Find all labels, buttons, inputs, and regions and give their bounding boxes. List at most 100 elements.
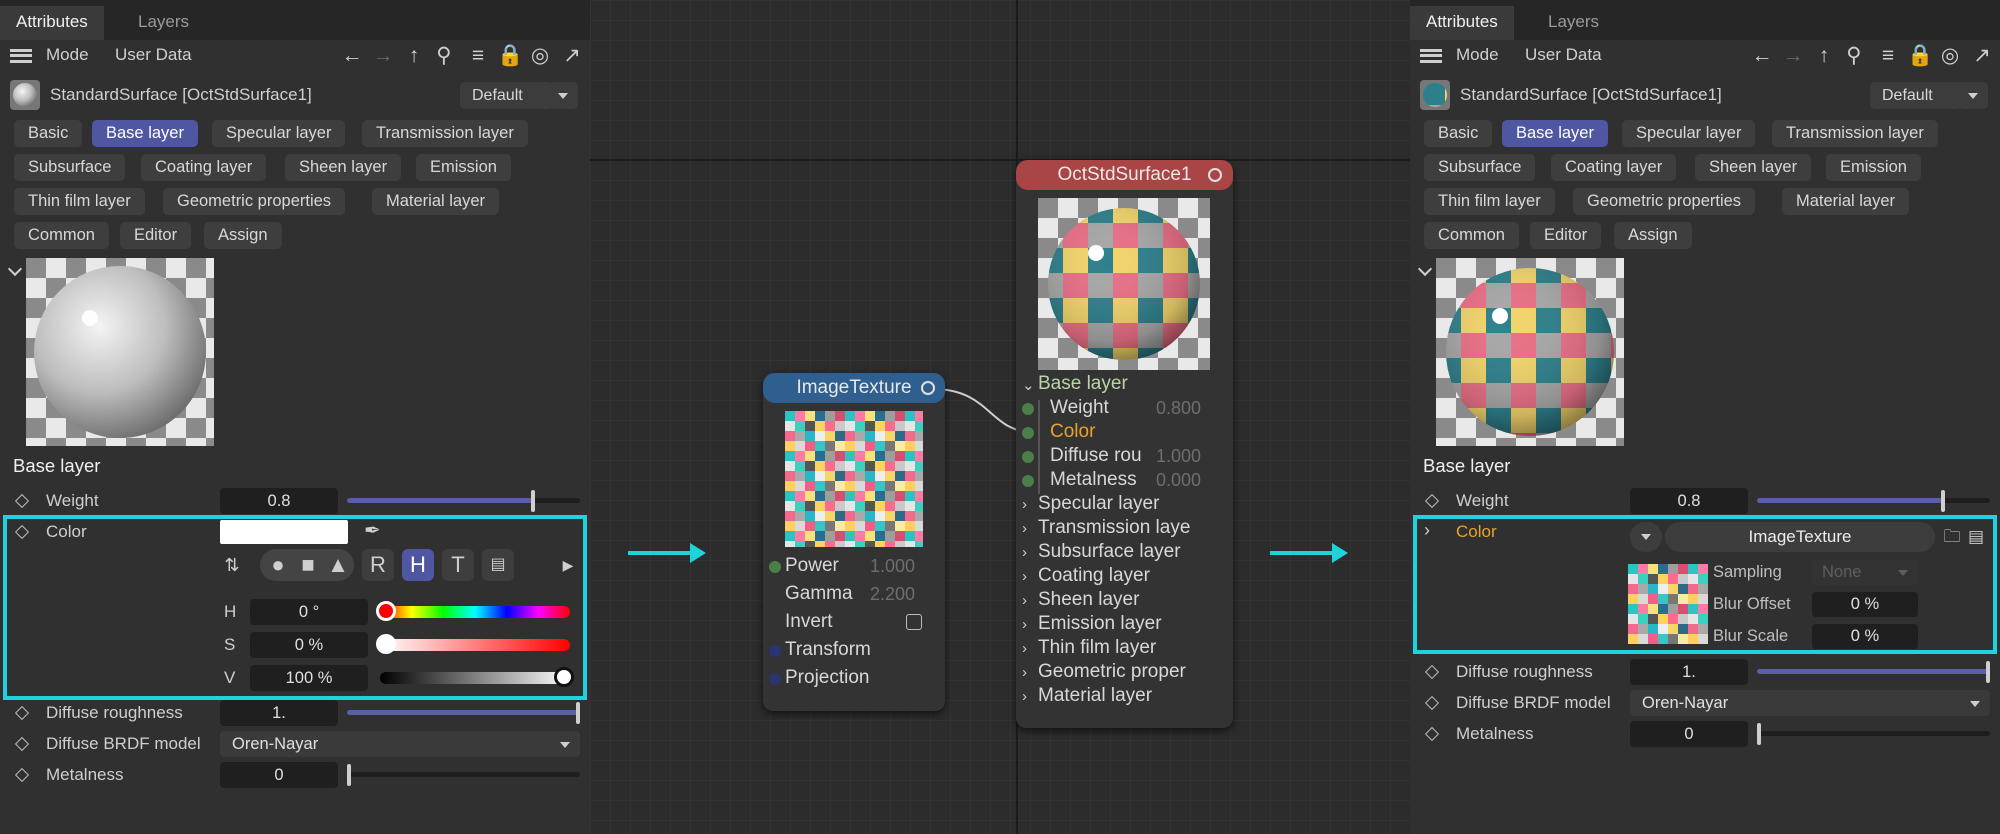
value-gradient[interactable] <box>380 667 574 687</box>
mode-menu[interactable]: Mode <box>1456 45 1499 65</box>
diffuse-roughness-input-value[interactable]: 1.000 <box>1156 446 1201 467</box>
chip-thin-film-layer[interactable]: Thin film layer <box>1424 188 1555 215</box>
group-collapsed-icon[interactable]: › <box>1022 688 1027 705</box>
shader-link-field[interactable]: ImageTexture <box>1665 522 1935 552</box>
forward-arrow-icon[interactable]: → <box>371 43 395 69</box>
chip-sheen-layer[interactable]: Sheen layer <box>285 154 402 181</box>
saturation-field[interactable]: 0 % <box>250 632 368 658</box>
group-sheen-layer[interactable]: Sheen layer <box>1038 589 1139 611</box>
saturation-knob[interactable] <box>376 634 396 654</box>
group-collapsed-icon[interactable]: › <box>1022 616 1027 633</box>
chip-common[interactable]: Common <box>14 222 109 249</box>
chip-thin-film-layer[interactable]: Thin film layer <box>14 188 145 215</box>
target-icon[interactable]: ◎ <box>1938 43 1962 69</box>
chip-coating-layer[interactable]: Coating layer <box>141 154 267 181</box>
image-texture-node[interactable]: ImageTexture Power 1.000 Gamma 2.200 Inv… <box>763 373 945 711</box>
value-knob[interactable] <box>554 667 574 687</box>
chip-assign[interactable]: Assign <box>204 222 282 249</box>
weight-field[interactable]: 0.8 <box>220 488 338 514</box>
input-port-icon[interactable] <box>769 561 781 573</box>
chip-subsurface[interactable]: Subsurface <box>1424 154 1536 181</box>
color-wheel-icon[interactable]: ● <box>262 549 294 581</box>
forward-arrow-icon[interactable]: → <box>1781 43 1805 69</box>
group-coating-layer[interactable]: Coating layer <box>1038 565 1150 587</box>
chip-base-layer[interactable]: Base layer <box>92 120 198 147</box>
group-geometric-properties[interactable]: Geometric proper <box>1038 661 1186 683</box>
weight-slider-knob[interactable] <box>531 490 535 512</box>
power-value[interactable]: 1.000 <box>870 556 915 577</box>
spectrum-icon[interactable]: ▲ <box>322 549 354 581</box>
up-arrow-icon[interactable]: ↑ <box>402 43 426 69</box>
preset-dropdown[interactable]: Default <box>460 82 552 109</box>
input-port-icon[interactable] <box>1022 475 1034 487</box>
chip-material-layer[interactable]: Material layer <box>1782 188 1910 215</box>
chip-transmission-layer[interactable]: Transmission layer <box>1772 120 1938 147</box>
input-port-icon[interactable] <box>1022 403 1034 415</box>
new-window-icon[interactable]: ↗ <box>560 43 584 69</box>
color-swatch[interactable] <box>220 520 348 544</box>
group-base-layer[interactable]: Base layer <box>1038 373 1128 395</box>
group-expanded-icon[interactable]: ⌄ <box>1022 376 1035 394</box>
tab-layers[interactable]: Layers <box>1532 6 1615 40</box>
input-port-icon[interactable] <box>769 645 781 657</box>
hue-field[interactable]: 0 ° <box>250 599 368 625</box>
chip-basic[interactable]: Basic <box>14 120 83 147</box>
preview-collapse-icon[interactable] <box>7 261 23 277</box>
keyframe-diamond-icon[interactable] <box>14 493 30 509</box>
chip-editor[interactable]: Editor <box>1530 222 1602 249</box>
chip-emission[interactable]: Emission <box>1826 154 1921 181</box>
chip-subsurface[interactable]: Subsurface <box>14 154 126 181</box>
sampling-dropdown[interactable]: None <box>1812 560 1918 585</box>
shader-menu-button[interactable] <box>1630 522 1662 552</box>
output-port-icon[interactable] <box>1208 168 1222 182</box>
keyframe-diamond-icon[interactable] <box>1424 493 1440 509</box>
chip-coating-layer[interactable]: Coating layer <box>1551 154 1677 181</box>
diffuse-roughness-field[interactable]: 1. <box>220 700 338 726</box>
expand-chevron-icon[interactable]: › <box>1424 520 1430 541</box>
group-material-layer[interactable]: Material layer <box>1038 685 1152 707</box>
diffuse-roughness-slider-knob[interactable] <box>576 702 580 724</box>
weight-input-value[interactable]: 0.800 <box>1156 398 1201 419</box>
saturation-gradient[interactable] <box>376 634 570 654</box>
chip-editor[interactable]: Editor <box>120 222 192 249</box>
diffuse-roughness-slider[interactable] <box>347 702 580 724</box>
chip-geometric-properties[interactable]: Geometric properties <box>163 188 346 215</box>
material-node[interactable]: OctStdSurface1 ⌄ Base layer Weight 0.800… <box>1016 160 1233 728</box>
group-collapsed-icon[interactable]: › <box>1022 520 1027 537</box>
group-thin-film-layer[interactable]: Thin film layer <box>1038 637 1156 659</box>
group-subsurface-layer[interactable]: Subsurface layer <box>1038 541 1181 563</box>
blur-scale-field[interactable]: 0 % <box>1812 624 1918 649</box>
new-window-icon[interactable]: ↗ <box>1970 43 1994 69</box>
chip-assign[interactable]: Assign <box>1614 222 1692 249</box>
expand-right-icon[interactable]: ▶ <box>556 552 580 578</box>
preset-caret-icon[interactable] <box>1958 82 1988 109</box>
group-collapsed-icon[interactable]: › <box>1022 640 1027 657</box>
input-port-icon[interactable] <box>769 673 781 685</box>
brdf-dropdown[interactable]: Oren-Nayar <box>220 731 580 757</box>
chip-transmission-layer[interactable]: Transmission layer <box>362 120 528 147</box>
back-arrow-icon[interactable]: ← <box>1750 43 1774 69</box>
hue-gradient[interactable] <box>376 601 570 621</box>
input-port-icon[interactable] <box>1022 451 1034 463</box>
collapse-picker-icon[interactable]: ⇅ <box>220 552 244 578</box>
keyframe-diamond-icon[interactable] <box>14 524 30 540</box>
keyframe-diamond-icon[interactable] <box>14 736 30 752</box>
chip-sheen-layer[interactable]: Sheen layer <box>1695 154 1812 181</box>
preset-dropdown[interactable]: Default <box>1870 82 1962 109</box>
hsv-mode-button[interactable]: H <box>402 549 434 581</box>
back-arrow-icon[interactable]: ← <box>340 43 364 69</box>
filter-icon[interactable]: ≡ <box>1876 43 1900 69</box>
chip-emission[interactable]: Emission <box>416 154 511 181</box>
folder-icon[interactable]: 🗀 <box>1940 524 1964 550</box>
group-transmission-layer[interactable]: Transmission laye <box>1038 517 1190 539</box>
temperature-mode-button[interactable]: T <box>442 549 474 581</box>
weight-field[interactable]: 0.8 <box>1630 488 1748 514</box>
metalness-slider-knob[interactable] <box>347 764 351 786</box>
search-icon[interactable]: ⚲ <box>1842 43 1866 69</box>
lock-icon[interactable]: 🔒 <box>497 43 523 69</box>
group-collapsed-icon[interactable]: › <box>1022 544 1027 561</box>
archive-icon[interactable]: ▤ <box>1964 524 1988 550</box>
hamburger-menu-icon[interactable] <box>1420 49 1442 63</box>
group-collapsed-icon[interactable]: › <box>1022 568 1027 585</box>
group-specular-layer[interactable]: Specular layer <box>1038 493 1159 515</box>
